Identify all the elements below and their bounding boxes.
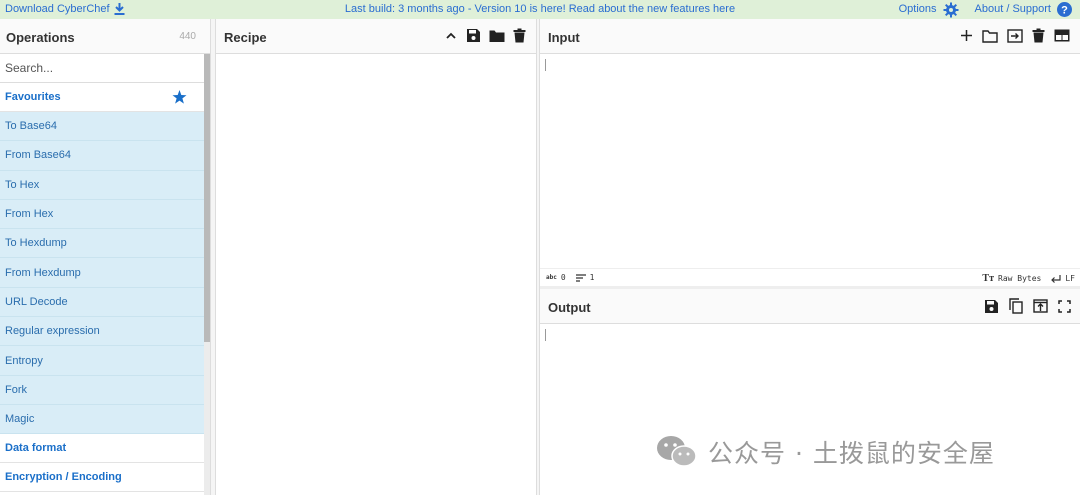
star-icon[interactable]	[172, 90, 187, 104]
line-count[interactable]: 1	[575, 273, 595, 282]
trash-icon[interactable]	[513, 28, 526, 43]
top-banner: Download CyberChef Last build: 3 months …	[0, 0, 1080, 19]
category-label: Encryption / Encoding	[5, 471, 122, 484]
replace-input-icon[interactable]	[1033, 299, 1048, 313]
encoding-selector[interactable]: Tт Raw Bytes	[982, 273, 1041, 284]
operation-item[interactable]: From Hexdump	[0, 258, 205, 288]
help-icon[interactable]: ?	[1057, 2, 1072, 17]
operation-item[interactable]: Fork	[0, 375, 205, 405]
operations-header: Operations 440	[0, 19, 210, 54]
folder-icon[interactable]	[489, 29, 505, 43]
trash-icon[interactable]	[1032, 28, 1045, 43]
text-type-icon: Tт	[982, 273, 994, 284]
input-header: Input	[540, 19, 1080, 54]
recipe-panel: Recipe	[215, 19, 537, 495]
watermark-text: 公众号 · 土拨鼠的安全屋	[708, 439, 995, 468]
recipe-header: Recipe	[216, 19, 536, 54]
operation-item[interactable]: URL Decode	[0, 287, 205, 318]
copy-icon[interactable]	[1009, 298, 1023, 314]
search-input[interactable]	[5, 61, 195, 75]
save-icon[interactable]	[466, 28, 481, 43]
text-caret	[545, 59, 546, 71]
encoding-value: Raw Bytes	[998, 274, 1042, 283]
operation-item[interactable]: To Hex	[0, 170, 205, 200]
return-arrow-icon	[1051, 274, 1061, 283]
category-label: Favourites	[5, 91, 61, 103]
save-icon[interactable]	[984, 299, 999, 314]
operation-item[interactable]: Magic	[0, 404, 205, 435]
layout-icon[interactable]	[1054, 29, 1070, 42]
char-count[interactable]: abc 0	[546, 273, 566, 282]
load-file-icon[interactable]	[1007, 28, 1023, 43]
wechat-icon	[657, 436, 697, 467]
operation-item[interactable]: To Base64	[0, 112, 205, 142]
char-count-value: 0	[560, 273, 566, 282]
eol-value: LF	[1065, 274, 1075, 283]
watermark: 公众号 · 土拨鼠的安全屋	[656, 434, 995, 470]
category-data-format[interactable]: Data format	[0, 434, 205, 464]
plus-icon[interactable]	[960, 29, 973, 42]
operations-title: Operations	[6, 30, 75, 45]
operations-count: 440	[179, 31, 196, 42]
operation-item[interactable]: Regular expression	[0, 317, 205, 347]
operations-panel: Operations 440 Favourites To Base64 From…	[0, 19, 211, 495]
abc-icon: abc	[546, 274, 557, 281]
operation-item[interactable]: Entropy	[0, 346, 205, 376]
lines-icon	[575, 273, 586, 282]
svg-text:?: ?	[1061, 5, 1068, 17]
input-title: Input	[548, 30, 580, 45]
input-textarea[interactable]	[540, 54, 1080, 268]
operation-item[interactable]: From Base64	[0, 141, 205, 171]
about-label[interactable]: About / Support	[975, 1, 1051, 18]
options-label[interactable]: Options	[899, 1, 937, 18]
open-folder-icon[interactable]	[982, 29, 998, 43]
eol-selector[interactable]: LF	[1051, 274, 1075, 283]
chevron-up-icon[interactable]	[444, 29, 458, 43]
line-count-value: 1	[589, 273, 595, 282]
text-caret	[545, 329, 546, 341]
operations-list: Favourites To Base64 From Base64 To Hex …	[0, 83, 205, 493]
gear-icon[interactable]	[943, 2, 959, 18]
category-label: Data format	[5, 442, 67, 455]
input-status-bar: abc 0 1 Tт Raw Bytes LF	[540, 268, 1080, 286]
operation-item[interactable]: From Hex	[0, 199, 205, 230]
output-title: Output	[548, 300, 591, 315]
operations-search	[0, 54, 210, 83]
io-panel: Input abc 0 1 Tт Raw Bytes LF Output	[539, 19, 1080, 495]
output-header: Output	[540, 289, 1080, 324]
recipe-title: Recipe	[224, 30, 267, 45]
operations-scrollbar-thumb[interactable]	[204, 54, 210, 342]
category-encryption-encoding[interactable]: Encryption / Encoding	[0, 463, 205, 493]
operation-item[interactable]: To Hexdump	[0, 229, 205, 259]
category-favourites[interactable]: Favourites	[0, 83, 205, 112]
maximize-icon[interactable]	[1058, 299, 1071, 313]
